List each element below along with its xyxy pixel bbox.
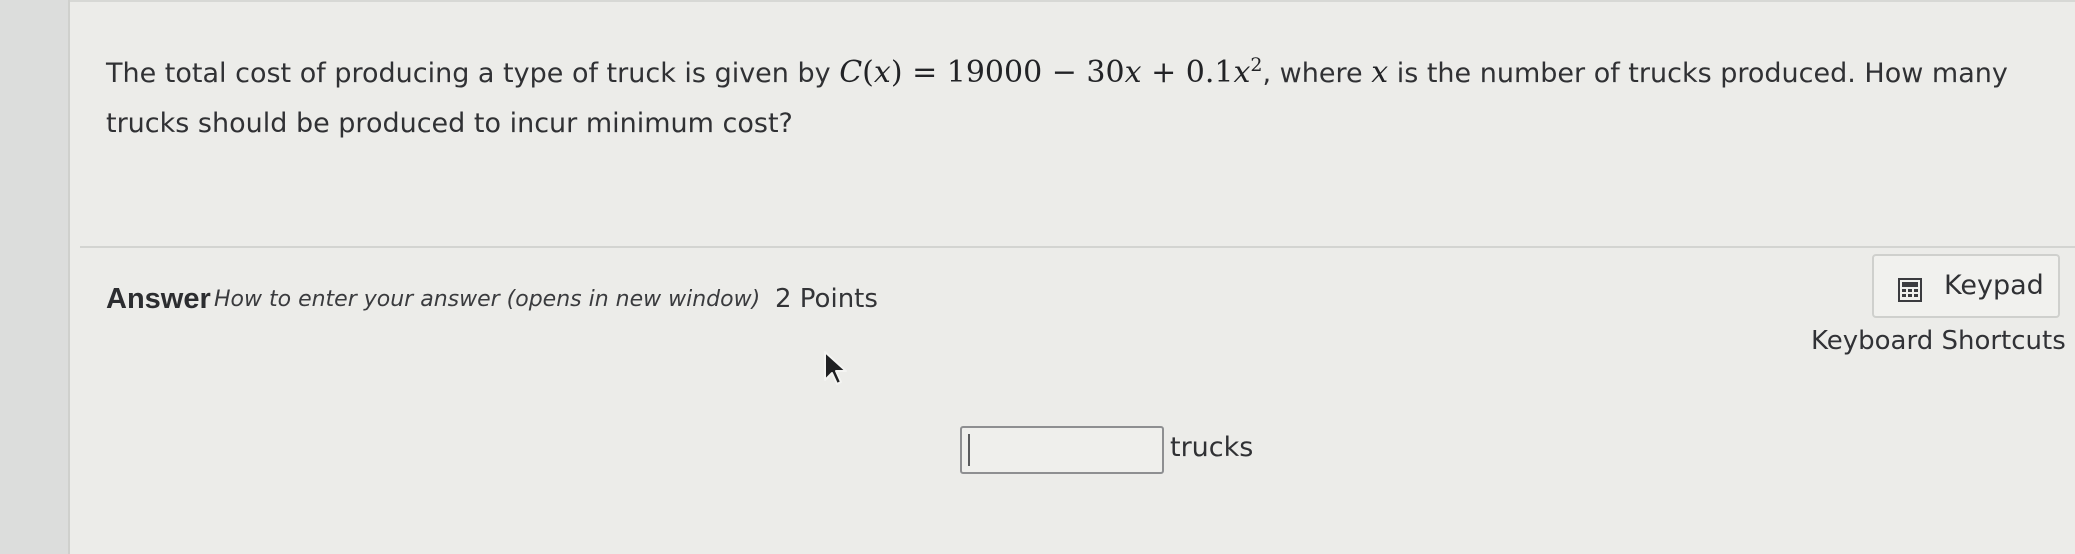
question-section: The total cost of producing a type of tr… xyxy=(70,0,2075,248)
formula-constant: 19000 xyxy=(946,55,1043,90)
keypad-button[interactable]: Keypad xyxy=(1872,254,2060,318)
formula-function-name: C xyxy=(839,55,863,90)
answer-input[interactable] xyxy=(960,426,1164,474)
question-panel: The total cost of producing a type of tr… xyxy=(68,0,2075,554)
question-text-after-formula: , where xyxy=(1262,58,1372,89)
formula-exponent: 2 xyxy=(1250,54,1263,76)
section-divider xyxy=(80,246,2075,248)
points-value: 2 Points xyxy=(775,284,878,314)
question-text: The total cost of producing a type of tr… xyxy=(106,48,2066,149)
formula-equals: = xyxy=(912,55,938,90)
mouse-pointer-icon xyxy=(824,351,847,385)
cost-formula: C(x) = 19000 − 30x + 0.1x2 xyxy=(839,54,1263,90)
how-to-enter-answer-link[interactable]: How to enter your answer (opens in new w… xyxy=(214,287,760,312)
units-label: trucks xyxy=(1170,432,1254,463)
formula-variable: x xyxy=(873,55,891,90)
calculator-icon xyxy=(1898,278,1922,302)
formula-linear-coefficient: 30 xyxy=(1086,55,1125,90)
question-text-before: The total cost of producing a type of tr… xyxy=(106,58,840,89)
answer-label: Answer xyxy=(106,283,211,315)
keypad-label: Keypad xyxy=(1944,270,2044,301)
formula-quadratic-coefficient: 0.1 xyxy=(1185,55,1234,90)
formula-linear-variable: x xyxy=(1124,55,1142,90)
formula-minus: − xyxy=(1051,55,1077,90)
text-caret xyxy=(968,434,970,466)
page-left-margin xyxy=(0,0,68,554)
inline-variable-symbol: x xyxy=(1371,55,1389,90)
formula-plus: + xyxy=(1151,55,1177,90)
inline-variable: x xyxy=(1371,55,1388,90)
keyboard-shortcuts-link[interactable]: Keyboard Shortcuts xyxy=(1811,326,2066,356)
formula-quadratic-variable: x xyxy=(1233,55,1251,90)
